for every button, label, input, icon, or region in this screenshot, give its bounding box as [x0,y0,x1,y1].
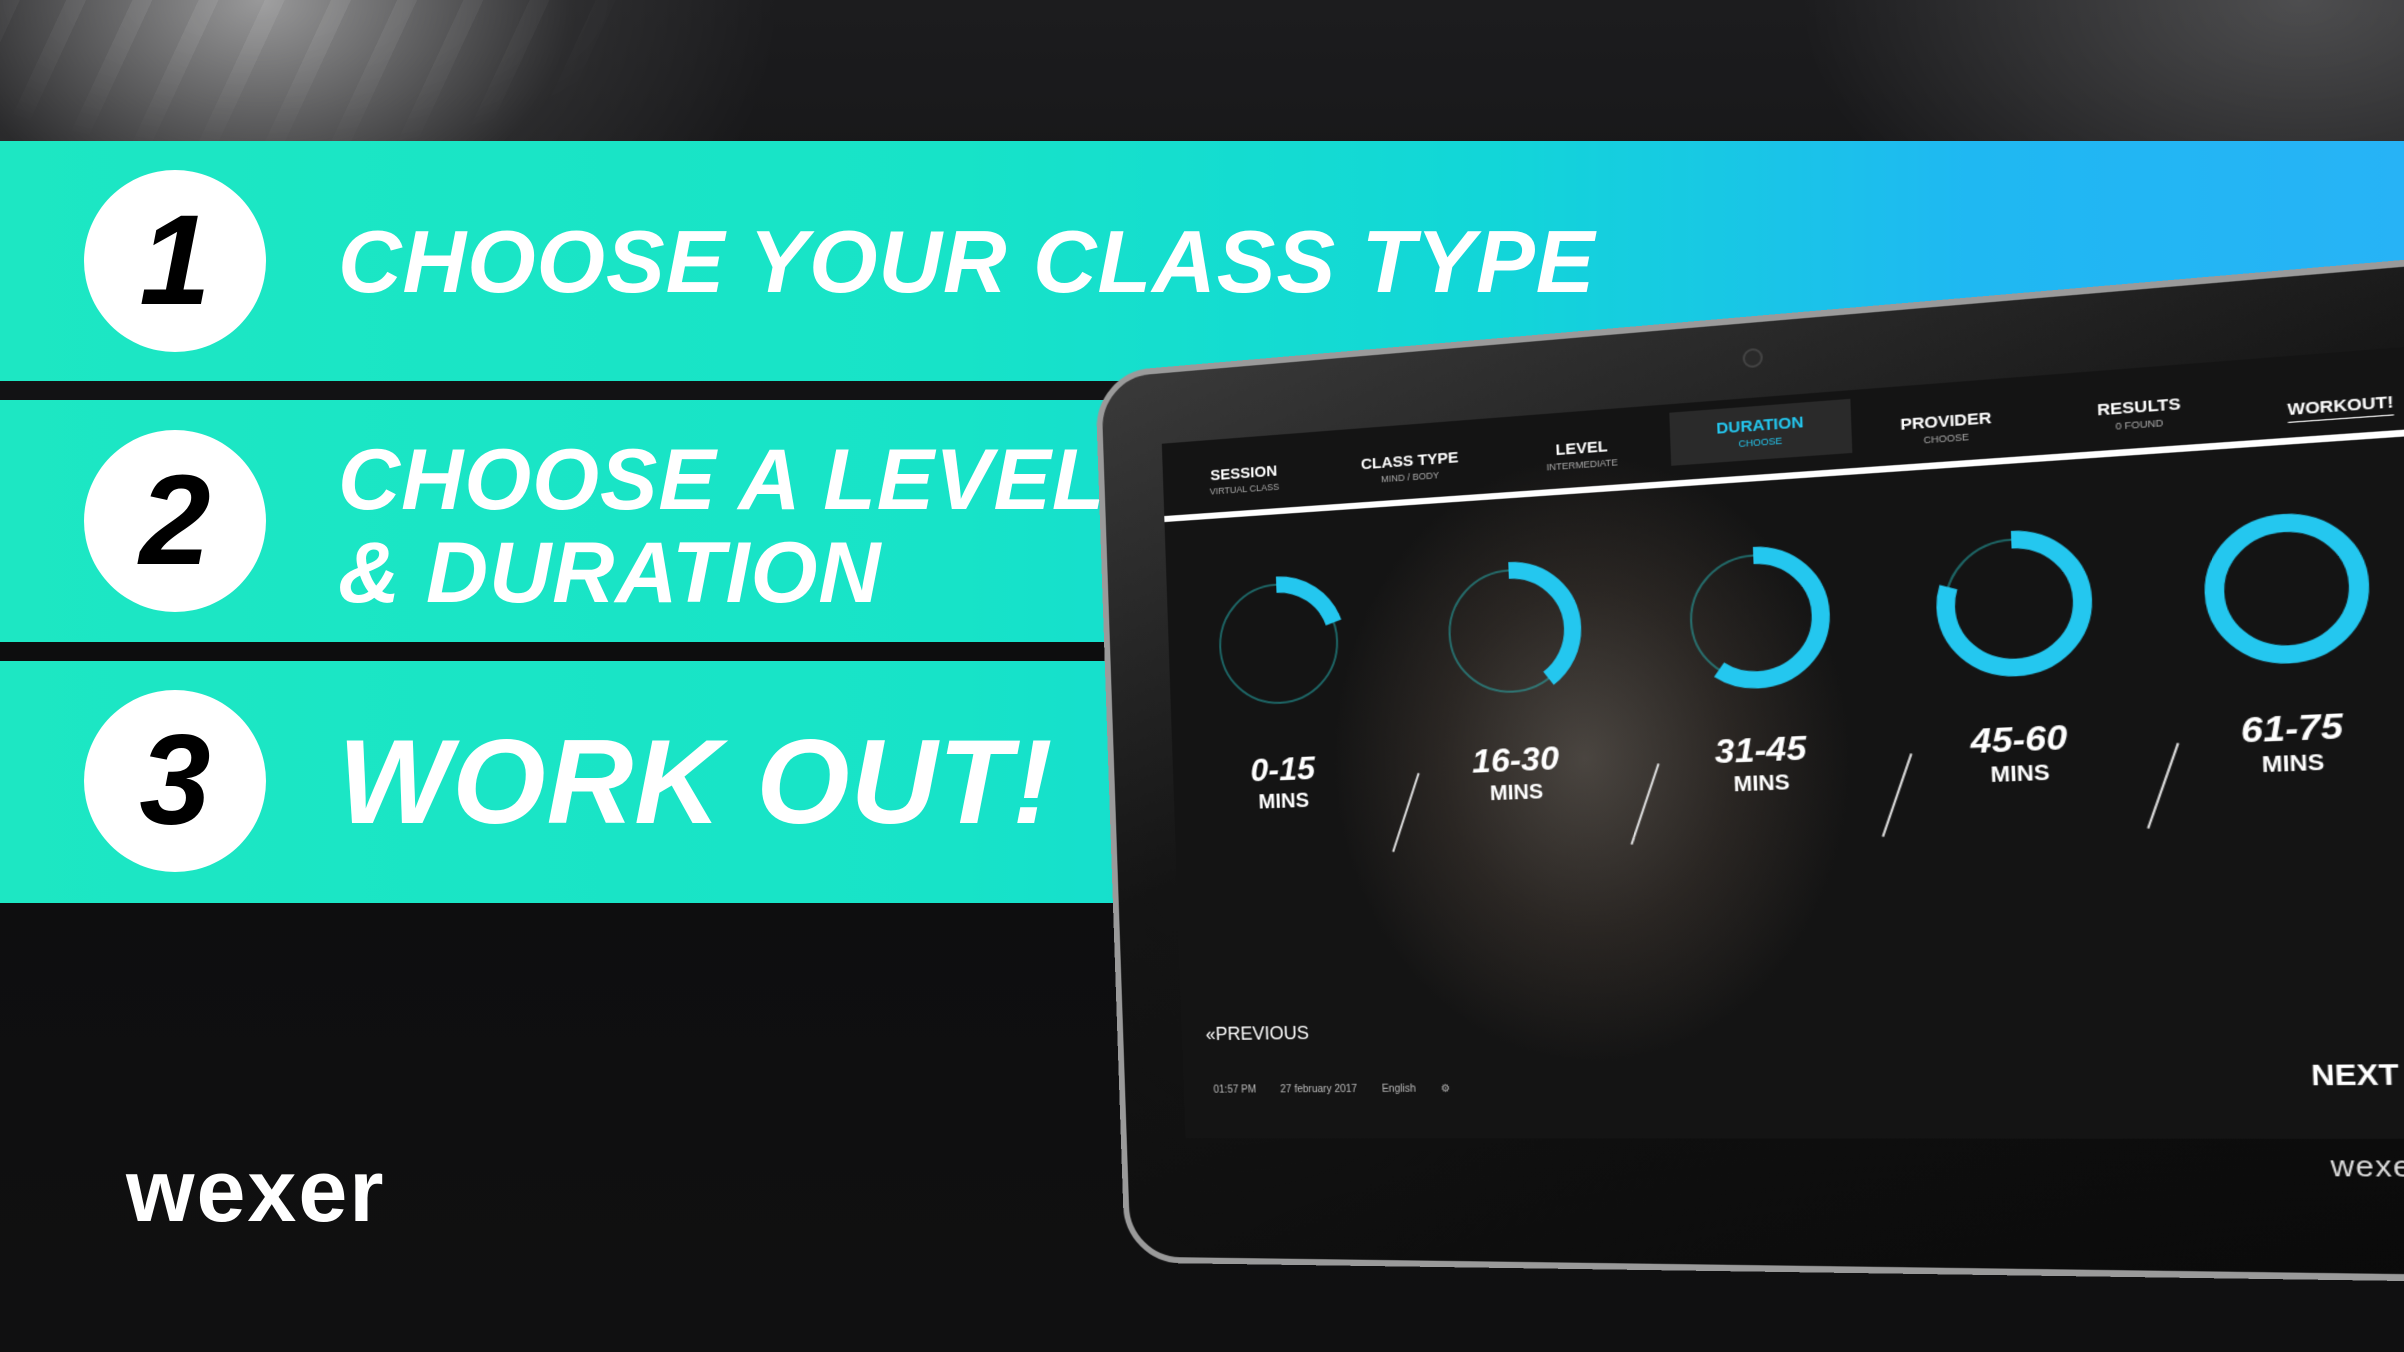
status-time: 01:57 PM [1213,1084,1257,1096]
step-title-3-line1: WORK OUT! [338,715,1054,849]
ring-fill [1218,581,1339,705]
status-date: 27 february 2017 [1280,1083,1358,1096]
tablet-brand-logo: wexer [2329,1148,2404,1184]
divider [2146,742,2180,829]
divider [1392,772,1420,853]
ring-fill [1689,552,1823,683]
gear-icon[interactable]: ⚙ [1441,1083,1451,1094]
duration-option-2[interactable]: 31-45 MINS [1653,531,1864,800]
duration-unit: MINS [1489,780,1544,806]
duration-option-4[interactable]: 61-75 MINS [2172,497,2404,782]
nav-results[interactable]: RESULTS 0 FOUND [2041,390,2239,439]
brand-logo: wexer [126,1141,386,1240]
step-title-2-line1: CHOOSE A LEVEL [338,432,1106,528]
duration-option-1[interactable]: 16-30 MINS [1414,547,1614,809]
duration-value: 31-45 [1714,728,1807,771]
step-title-3: WORK OUT! [338,715,1054,849]
nav-workout-label: WORKOUT! [2287,392,2394,420]
tablet-device: SESSION VIRTUAL CLASS CLASS TYPE MIND / … [1094,250,2404,1284]
status-language[interactable]: English [1382,1083,1416,1095]
next-button[interactable]: NEXT » [2310,1057,2404,1093]
step-title-1: CHOOSE YOUR CLASS TYPE [338,214,1595,309]
step-number-1: 1 [84,170,266,352]
ring-fill [1943,536,2084,671]
nav-session[interactable]: SESSION VIRTUAL CLASS [1163,459,1327,502]
step-title-1-line1: CHOOSE YOUR CLASS TYPE [338,212,1596,311]
wizard-nav: SESSION VIRTUAL CLASS CLASS TYPE MIND / … [1161,344,2404,523]
status-bar: 01:57 PM 27 february 2017 English ⚙ [1213,1083,1450,1095]
duration-ring-icon [1670,532,1843,702]
divider [1881,753,1913,837]
duration-value: 0-15 [1249,749,1316,789]
duration-ring-icon [1201,563,1357,724]
step-number-3: 3 [84,690,266,872]
nav-provider[interactable]: PROVIDER CHOOSE [1852,405,2043,453]
duration-unit: MINS [2261,750,2325,778]
camera-icon [1742,347,1764,369]
next-label: NEXT [2310,1057,2400,1093]
duration-ring-icon [1923,515,2106,690]
duration-value: 61-75 [2240,705,2344,751]
nav-level[interactable]: LEVEL INTERMEDIATE [1494,433,1670,478]
step-title-2: CHOOSE A LEVEL & DURATION [338,434,1105,620]
duration-value: 16-30 [1471,738,1560,780]
nav-level-label: LEVEL [1555,437,1608,460]
nav-class-type[interactable]: CLASS TYPE MIND / BODY [1325,446,1495,490]
step-title-2-line2: & DURATION [338,524,882,621]
duration-option-0[interactable]: 0-15 MINS [1186,562,1376,817]
duration-value: 45-60 [1969,717,2068,761]
previous-label: PREVIOUS [1215,1022,1310,1045]
duration-unit: MINS [1733,771,1791,797]
duration-options: 0-15 MINS 16-30 MINS 31-45 MINS 45-60 MI… [1166,493,2404,896]
duration-option-3[interactable]: 45-60 MINS [1906,514,2128,791]
duration-unit: MINS [1990,761,2051,788]
ring-fill [1448,567,1575,695]
nav-session-label: SESSION [1210,462,1278,485]
previous-button[interactable]: «PREVIOUS [1205,1023,1309,1046]
step-number-2: 2 [84,430,266,612]
nav-duration[interactable]: DURATION CHOOSE [1668,398,1853,466]
duration-ring-icon [1429,548,1594,713]
tablet-screen: SESSION VIRTUAL CLASS CLASS TYPE MIND / … [1161,344,2404,1139]
ring-fill [2212,519,2362,658]
duration-ring-icon [2190,498,2383,678]
nav-workout[interactable]: WORKOUT! [2238,389,2404,425]
divider [1630,763,1660,845]
duration-unit: MINS [1258,789,1310,814]
light-rays [0,0,900,160]
